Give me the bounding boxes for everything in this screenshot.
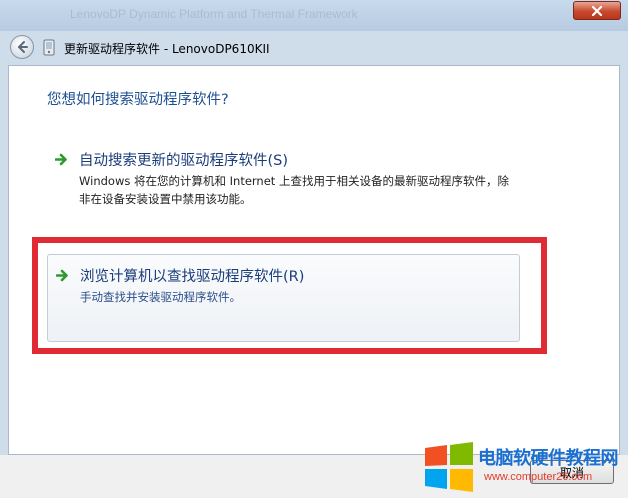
auto-search-option-description: Windows 将在您的计算机和 Internet 上查找用于相关设备的最新驱动… <box>79 174 509 206</box>
green-arrow-icon <box>55 153 67 166</box>
watermark-url: www.computer26.com <box>484 471 593 483</box>
navigation-bar: 更新驱动程序软件 - LenovoDP610KII <box>0 31 628 63</box>
browse-computer-option[interactable]: 浏览计算机以查找驱动程序软件(R) 手动查找并安装驱动程序软件。 <box>47 254 520 342</box>
browse-computer-option-description: 手动查找并安装驱动程序软件。 <box>80 290 241 304</box>
back-arrow-icon <box>18 41 28 53</box>
browse-computer-option-title: 浏览计算机以查找驱动程序软件(R) <box>80 269 305 285</box>
back-button[interactable] <box>10 35 34 59</box>
window-title: 更新驱动程序软件 - LenovoDP610KII <box>64 42 270 56</box>
auto-search-option-title: 自动搜索更新的驱动程序软件(S) <box>79 153 289 169</box>
dialog-content: 您想如何搜索驱动程序软件? 自动搜索更新的驱动程序软件(S) Windows 将… <box>8 65 620 455</box>
auto-search-option[interactable]: 自动搜索更新的驱动程序软件(S) Windows 将在您的计算机和 Intern… <box>49 146 519 206</box>
search-question-heading: 您想如何搜索驱动程序软件? <box>47 92 229 108</box>
windows-logo-icon <box>425 442 473 492</box>
background-window-caption: LenovoDP Dynamic Platform and Thermal Fr… <box>70 7 358 21</box>
green-arrow-icon <box>56 269 68 282</box>
site-watermark: 电脑软硬件教程网 www.computer26.com <box>422 440 628 498</box>
watermark-site-name: 电脑软硬件教程网 <box>478 448 619 469</box>
device-icon <box>43 39 55 56</box>
close-icon <box>591 5 603 16</box>
close-button[interactable] <box>573 1 621 20</box>
window-titlebar: LenovoDP Dynamic Platform and Thermal Fr… <box>0 0 628 31</box>
